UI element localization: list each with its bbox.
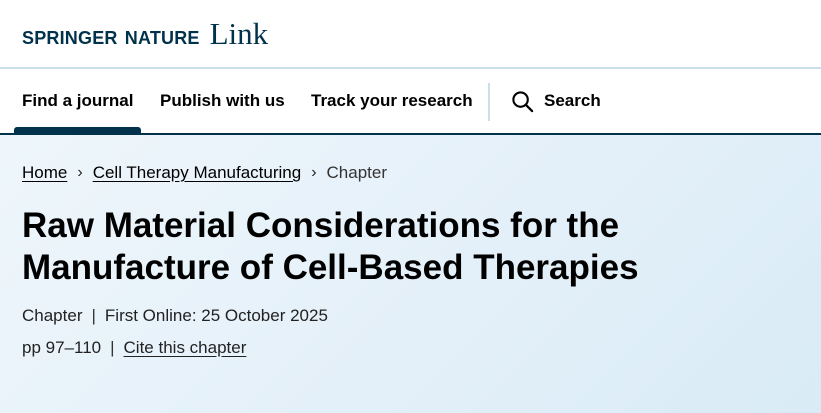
breadcrumb-current: Chapter (326, 163, 388, 182)
logo-suffix: Link (209, 15, 269, 51)
breadcrumb-home-link[interactable]: Home (22, 163, 67, 183)
chevron-right-icon: › (77, 164, 83, 181)
nav-track-your-research[interactable]: Track your research (311, 69, 473, 133)
breadcrumb-book-link[interactable]: Cell Therapy Manufacturing (93, 163, 302, 183)
article-meta: Chapter | First Online: 25 October 2025 (22, 306, 328, 326)
nav-find-a-journal[interactable]: Find a journal (13, 69, 142, 133)
page-title: Raw Material Considerations for the Manu… (22, 205, 802, 289)
title-line-1: Raw Material Considerations for the (22, 206, 620, 245)
article-pages-meta: pp 97–110 | Cite this chapter (22, 338, 246, 358)
nav-item-label: Find a journal (22, 91, 134, 110)
meta-separator: | (91, 306, 96, 325)
springer-nature-link-logo[interactable]: SPRINGER NATURE Link (22, 16, 268, 52)
search-button[interactable]: Search (511, 69, 601, 133)
breadcrumb: Home › Cell Therapy Manufacturing › Chap… (22, 163, 387, 183)
main-nav: Find a journal Publish with us Track you… (0, 69, 821, 135)
search-icon (512, 90, 534, 112)
nav-item-label: Track your research (311, 91, 473, 110)
logo-brand: SPRINGER NATURE (22, 21, 200, 50)
content-type: Chapter (22, 306, 83, 325)
cite-this-chapter-link[interactable]: Cite this chapter (124, 338, 247, 358)
nav-publish-with-us[interactable]: Publish with us (160, 69, 285, 133)
nav-item-label: Publish with us (160, 91, 285, 110)
nav-divider (488, 83, 490, 121)
title-line-2: Manufacture of Cell-Based Therapies (22, 248, 639, 287)
meta-separator: | (110, 338, 115, 357)
article-hero: Home › Cell Therapy Manufacturing › Chap… (0, 135, 821, 413)
page-range: pp 97–110 (22, 338, 102, 357)
site-header: SPRINGER NATURE Link (0, 0, 821, 69)
first-online-date: First Online: 25 October 2025 (104, 306, 328, 325)
chevron-right-icon: › (311, 164, 317, 181)
search-label: Search (544, 91, 601, 110)
